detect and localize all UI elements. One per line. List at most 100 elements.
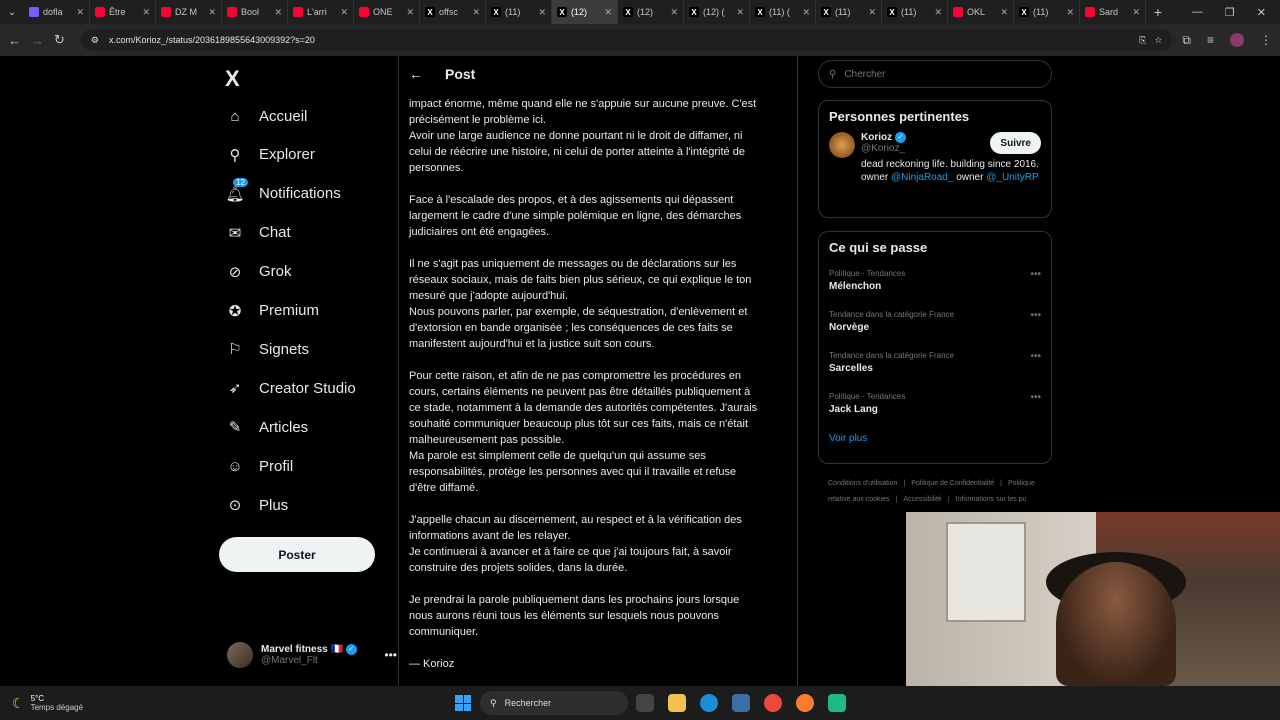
footer-link[interactable]: Conditions d'utilisation	[828, 480, 897, 487]
chrome-icon[interactable]	[764, 694, 782, 712]
follow-button[interactable]: Suivre	[990, 132, 1041, 154]
trend-item[interactable]: Politique · Tendances Jack Lang •••	[819, 386, 1051, 427]
sidebar-item-explorer[interactable]: ⚲ Explorer	[225, 145, 315, 165]
close-tab-icon[interactable]: ✕	[802, 7, 810, 18]
edge-icon[interactable]	[700, 694, 718, 712]
sidebar-item-signets[interactable]: ⚐ Signets	[225, 339, 309, 359]
close-tab-icon[interactable]: ✕	[274, 7, 282, 18]
bookmark-star-icon[interactable]: ☆	[1154, 35, 1162, 46]
sidebar-item-articles[interactable]: ✎ Articles	[225, 417, 308, 437]
browser-tab[interactable]: X (11) (✕	[750, 0, 816, 24]
browser-tab[interactable]: DZ M ✕	[156, 0, 222, 24]
sidebar-item-premium[interactable]: ✪ Premium	[225, 301, 319, 321]
close-tab-icon[interactable]: ✕	[538, 7, 546, 18]
search-input[interactable]: ⚲ Chercher	[818, 60, 1052, 88]
browser-tab[interactable]: X (11) ✕	[486, 0, 552, 24]
trend-item[interactable]: Tendance dans la catégorie France Sarcell…	[819, 345, 1051, 386]
reload-icon[interactable]: ↻	[54, 32, 65, 48]
maximize-button[interactable]: ❐	[1225, 6, 1235, 19]
close-tab-icon[interactable]: ✕	[208, 7, 216, 18]
see-more-link[interactable]: Voir plus	[819, 427, 1051, 454]
browser-tab[interactable]: X (12) ✕	[552, 0, 618, 24]
close-tab-icon[interactable]: ✕	[604, 7, 612, 18]
footer-link[interactable]: Informations sur les pu	[956, 496, 1027, 503]
person-name[interactable]: Korioz	[861, 132, 892, 143]
footer-link[interactable]: Accessibilité	[903, 496, 942, 503]
browser-tab[interactable]: ONE ✕	[354, 0, 420, 24]
browser-tab[interactable]: X (11) ✕	[1014, 0, 1080, 24]
extensions-icon[interactable]: ⧉	[1182, 33, 1191, 48]
forward-icon[interactable]: →	[31, 33, 44, 48]
more-icon[interactable]: •••	[384, 648, 397, 662]
close-tab-icon[interactable]: ✕	[1132, 7, 1140, 18]
close-tab-icon[interactable]: ✕	[1066, 7, 1074, 18]
bio-link-unityrp[interactable]: @_UnityRP	[986, 172, 1038, 183]
browser-tab[interactable]: X (11) ✕	[816, 0, 882, 24]
browser-tab[interactable]: dofla ✕	[24, 0, 90, 24]
bio-link-ninjaroad[interactable]: @NinjaRoad_	[891, 172, 953, 183]
more-icon[interactable]: •••	[1030, 351, 1041, 362]
more-icon[interactable]: •••	[1030, 392, 1041, 403]
x-logo[interactable]: X	[225, 66, 240, 92]
post-button[interactable]: Poster	[219, 537, 375, 572]
close-tab-icon[interactable]: ✕	[76, 7, 84, 18]
sidebar-item-accueil[interactable]: ⌂ Accueil	[225, 106, 307, 126]
close-tab-icon[interactable]: ✕	[670, 7, 678, 18]
back-icon[interactable]: ←	[8, 33, 21, 48]
minimize-button[interactable]: —	[1192, 6, 1203, 19]
sidebar-item-notifications[interactable]: 🔔︎ 12 Notifications	[225, 177, 341, 204]
profile-avatar[interactable]	[1230, 32, 1244, 47]
footer-link[interactable]: Politique de Confidentialité	[911, 480, 994, 487]
store-icon[interactable]	[732, 694, 750, 712]
trend-item[interactable]: Politique · Tendances Mélenchon •••	[819, 263, 1051, 304]
taskbar-search[interactable]: ⚲ Rechercher	[480, 691, 628, 715]
browser-tab[interactable]: Être ✕	[90, 0, 156, 24]
sidebar-item-grok[interactable]: ⊘ Grok	[225, 262, 292, 282]
site-info-icon[interactable]: ⚙	[91, 35, 99, 46]
media-icon[interactable]: ≡	[1207, 33, 1214, 48]
close-tab-icon[interactable]: ✕	[142, 7, 150, 18]
close-tab-icon[interactable]: ✕	[868, 7, 876, 18]
account-switcher[interactable]: Marvel fitness 🇫🇷 ✓ @Marvel_Flt •••	[227, 642, 397, 668]
sidebar-item-plus[interactable]: ⊙ Plus	[225, 495, 288, 515]
browser-tab[interactable]: L'arri ✕	[288, 0, 354, 24]
sidebar-item-profil[interactable]: ☺ Profil	[225, 456, 293, 476]
task-view-icon[interactable]	[636, 694, 654, 712]
browser-tab[interactable]: Bool ✕	[222, 0, 288, 24]
account-name: Marvel fitness 🇫🇷	[261, 644, 343, 656]
person-row[interactable]: Korioz ✓ @Korioz_ Suivre dead reckoning …	[819, 132, 1051, 184]
firefox-icon[interactable]	[796, 694, 814, 712]
close-tab-icon[interactable]: ✕	[406, 7, 414, 18]
weather-widget[interactable]: ☾ 5°C Temps dégagé	[0, 694, 83, 712]
browser-tab[interactable]: X (12) (✕	[684, 0, 750, 24]
windows-start-icon[interactable]	[455, 695, 471, 711]
close-tab-icon[interactable]: ✕	[340, 7, 348, 18]
tab-search-button[interactable]: ⌄	[0, 0, 24, 24]
app-icon[interactable]	[828, 694, 846, 712]
close-window-button[interactable]: ✕	[1257, 6, 1266, 19]
close-tab-icon[interactable]: ✕	[934, 7, 942, 18]
avatar[interactable]	[829, 132, 855, 158]
more-icon[interactable]: •••	[1030, 269, 1041, 280]
browser-tab[interactable]: X (11) ✕	[882, 0, 948, 24]
new-tab-button[interactable]: +	[1146, 4, 1170, 20]
install-icon[interactable]: ⎘	[1139, 35, 1146, 46]
browser-tab[interactable]: Xoffsc ✕	[420, 0, 486, 24]
close-tab-icon[interactable]: ✕	[736, 7, 744, 18]
close-tab-icon[interactable]: ✕	[472, 7, 480, 18]
chrome-menu-icon[interactable]: ⋮	[1260, 33, 1272, 48]
browser-tab[interactable]: Sard ✕	[1080, 0, 1146, 24]
more-icon[interactable]: •••	[1030, 310, 1041, 321]
trend-item[interactable]: Tendance dans la catégorie France Norvège…	[819, 304, 1051, 345]
address-bar[interactable]: ⚙ x.com/Korioz_/status/20361898556430093…	[80, 29, 1173, 51]
browser-tab[interactable]: OKL ✕	[948, 0, 1014, 24]
close-tab-icon[interactable]: ✕	[1000, 7, 1008, 18]
main-column: ← Post impact énorme, même quand elle ne…	[398, 56, 798, 686]
sidebar-item-chat[interactable]: ✉ Chat	[225, 223, 291, 243]
file-explorer-icon[interactable]	[668, 694, 686, 712]
browser-tab[interactable]: X (12) ✕	[618, 0, 684, 24]
sidebar-item-creator-studio[interactable]: ➶ Creator Studio	[225, 378, 356, 398]
back-arrow-icon[interactable]: ←	[409, 66, 423, 82]
tab-title: (12) (	[703, 7, 725, 17]
tab-favicon-icon	[95, 7, 105, 17]
